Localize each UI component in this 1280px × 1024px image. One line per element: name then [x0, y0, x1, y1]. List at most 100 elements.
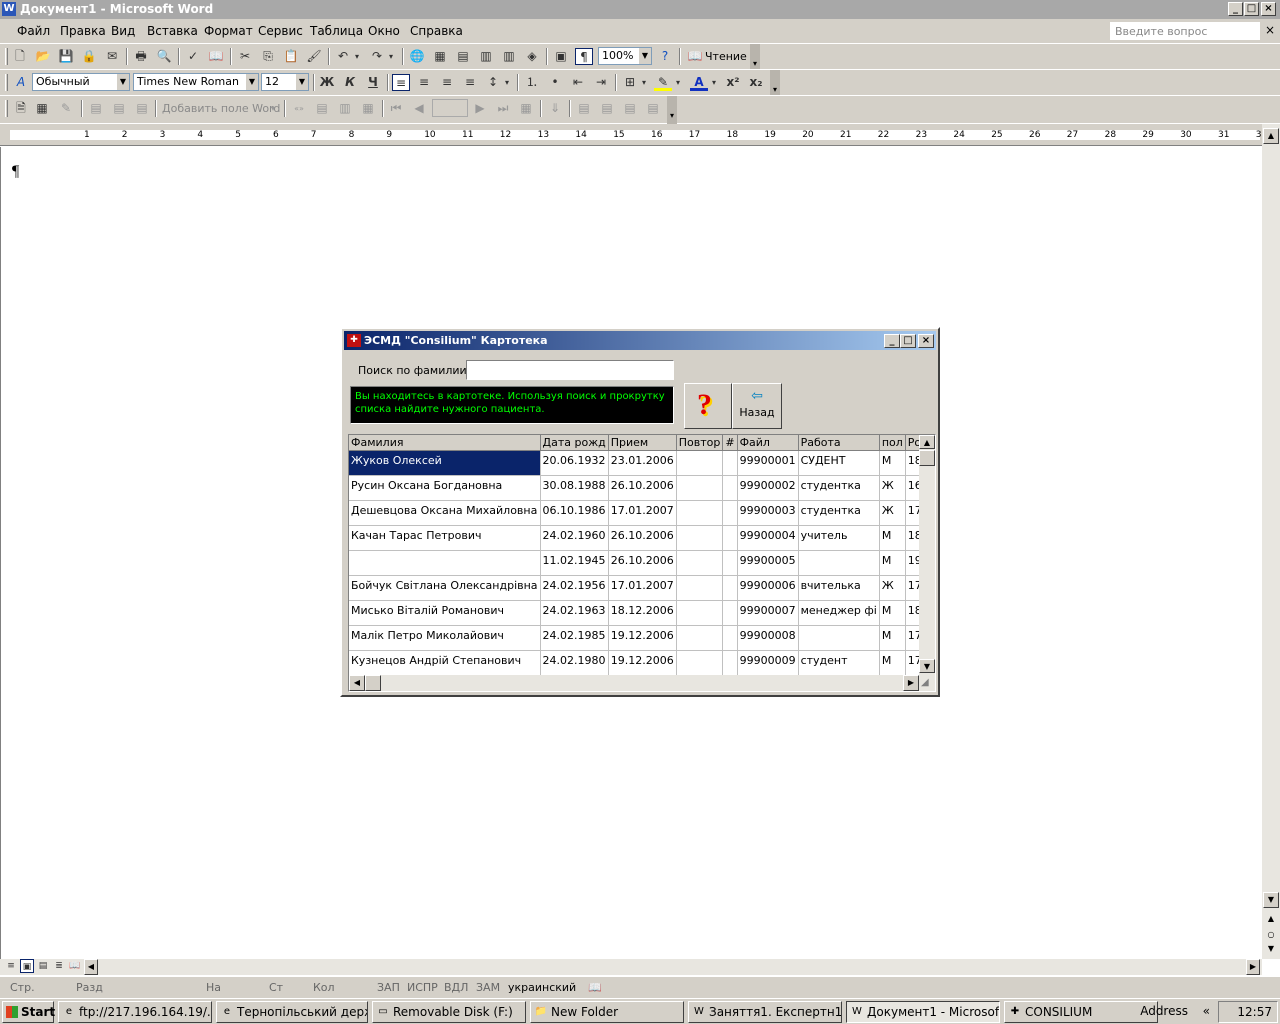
numbering-icon[interactable]: ⒈: [523, 74, 541, 91]
permission-icon[interactable]: 🔒: [80, 48, 98, 65]
chevron-down-icon[interactable]: ▼: [639, 48, 651, 64]
table-cell[interactable]: 20.06.1932: [540, 450, 609, 476]
normal-view-icon[interactable]: ≡: [4, 959, 18, 973]
find-entry-icon[interactable]: ▦: [517, 100, 535, 117]
table-cell[interactable]: 19.12.2006: [608, 650, 677, 676]
insert-merge-field-icon[interactable]: ▤: [133, 100, 151, 117]
record-number-input[interactable]: [432, 99, 468, 117]
insert-greeting-icon[interactable]: ▤: [110, 100, 128, 117]
previous-record-icon[interactable]: ◀: [410, 100, 428, 117]
table-row[interactable]: Жуков Олексей 20.06.1932 23.01.2006 9990000…: [349, 450, 935, 476]
first-record-icon[interactable]: ⏮: [387, 100, 405, 117]
table-cell[interactable]: [722, 450, 738, 476]
scroll-left-icon[interactable]: ◀: [349, 675, 365, 691]
table-cell[interactable]: [676, 500, 724, 526]
table-cell[interactable]: [722, 575, 738, 601]
table-cell[interactable]: СУДЕНТ: [798, 450, 880, 476]
hyperlink-icon[interactable]: 🌐: [408, 48, 426, 65]
scroll-right-icon[interactable]: ▶: [903, 675, 919, 691]
table-cell[interactable]: М: [879, 550, 906, 576]
table-cell[interactable]: Малік Петро Миколайович: [349, 625, 541, 651]
table-cell[interactable]: 23.01.2006: [608, 450, 677, 476]
recipients-icon[interactable]: ✎: [57, 100, 75, 117]
table-cell[interactable]: 11.02.1945: [540, 550, 609, 576]
next-record-icon[interactable]: ▶: [471, 100, 489, 117]
underline-button[interactable]: Ч: [364, 74, 382, 91]
table-cell[interactable]: 99900003: [737, 500, 799, 526]
document-map-icon[interactable]: ▣: [552, 48, 570, 65]
cut-icon[interactable]: ✂: [236, 48, 254, 65]
format-painter-icon[interactable]: 🖌: [305, 48, 323, 65]
research-icon[interactable]: 📖: [207, 48, 225, 65]
table-cell[interactable]: 99900009: [737, 650, 799, 676]
menu-file[interactable]: Файл: [17, 24, 50, 38]
menu-window[interactable]: Окно: [368, 24, 400, 38]
table-cell[interactable]: 26.10.2006: [608, 550, 677, 576]
table-row[interactable]: Качан Тарас Петрович 24.02.1960 26.10.2006…: [349, 525, 935, 551]
table-row[interactable]: Русин Оксана Богдановна 30.08.1988 26.10.2…: [349, 475, 935, 501]
table-cell[interactable]: учитель: [798, 525, 880, 551]
italic-button[interactable]: К: [341, 74, 359, 91]
chevron-down-icon[interactable]: ▼: [117, 74, 129, 90]
menu-table[interactable]: Таблица: [310, 24, 363, 38]
print-layout-view-icon[interactable]: ▤: [36, 959, 50, 973]
font-color-icon[interactable]: A: [690, 74, 708, 91]
horizontal-scrollbar[interactable]: ≡ ▣ ▤ ≣ 📖 ◀ ▶: [0, 959, 1262, 975]
scroll-down-icon[interactable]: ▼: [1263, 892, 1279, 908]
table-cell[interactable]: студентка: [798, 475, 880, 501]
close-button[interactable]: ×: [918, 334, 934, 348]
grid-vertical-scrollbar[interactable]: ▲ ▼: [919, 435, 935, 675]
save-icon[interactable]: 💾: [57, 48, 75, 65]
taskbar-button[interactable]: ✚ CONSILIUM: [1004, 1001, 1158, 1023]
toolbar-chevron-icon[interactable]: «: [1203, 1004, 1210, 1018]
table-row[interactable]: Малік Петро Миколайович 24.02.1985 19.12.2…: [349, 625, 935, 651]
table-cell[interactable]: 99900005: [737, 550, 799, 576]
grid-horizontal-scrollbar[interactable]: ◀ ▶ ◢: [349, 675, 935, 691]
view-merged-data-icon[interactable]: «»: [290, 100, 308, 117]
dialog-title-bar[interactable]: ✚ ЭСМД "Consilium" Картотека _ □ ×: [344, 331, 936, 350]
reading-layout-icon[interactable]: 📖: [686, 48, 704, 65]
scroll-up-icon[interactable]: ▲: [1263, 128, 1279, 144]
table-cell[interactable]: [676, 600, 724, 626]
zoom-select[interactable]: 100% ▼: [598, 47, 652, 65]
table-cell[interactable]: 24.02.1960: [540, 525, 609, 551]
bullets-icon[interactable]: •: [546, 74, 564, 91]
table-cell[interactable]: Ж: [879, 500, 906, 526]
taskbar-button[interactable]: e ftp://217.196.164.19/...: [58, 1001, 212, 1023]
undo-icon[interactable]: ↶: [334, 48, 352, 65]
table-cell[interactable]: [676, 450, 724, 476]
table-cell[interactable]: [798, 625, 880, 651]
minimize-button[interactable]: _: [884, 334, 900, 348]
ask-question-box[interactable]: Введите вопрос: [1110, 22, 1260, 40]
table-cell[interactable]: М: [879, 525, 906, 551]
table-row[interactable]: Кузнецов Андрій Степанович 24.02.1980 19.1…: [349, 650, 935, 676]
table-cell[interactable]: 24.02.1985: [540, 625, 609, 651]
toolbar-handle[interactable]: [5, 48, 8, 65]
spelling-icon[interactable]: ✓: [184, 48, 202, 65]
table-row[interactable]: Мисько Віталій Романович 24.02.1963 18.12.…: [349, 600, 935, 626]
column-header[interactable]: Дата рожд: [540, 435, 609, 451]
highlight-fields-icon[interactable]: ▤: [313, 100, 331, 117]
table-cell[interactable]: студентка: [798, 500, 880, 526]
show-hide-icon[interactable]: ¶: [575, 48, 593, 65]
chevron-down-icon[interactable]: ▾: [639, 74, 649, 91]
outline-view-icon[interactable]: ≣: [52, 959, 66, 973]
menu-format[interactable]: Формат: [204, 24, 253, 38]
toolbar-options-icon[interactable]: ▾: [750, 44, 760, 70]
chevron-down-icon[interactable]: ▼: [296, 74, 308, 90]
doc-close-icon[interactable]: ×: [1265, 23, 1275, 37]
table-cell[interactable]: [676, 475, 724, 501]
table-cell[interactable]: 24.02.1963: [540, 600, 609, 626]
column-header[interactable]: Работа: [798, 435, 880, 451]
column-header[interactable]: Повтор: [676, 435, 724, 451]
table-cell[interactable]: Ж: [879, 475, 906, 501]
table-cell[interactable]: 06.10.1986: [540, 500, 609, 526]
table-cell[interactable]: 26.10.2006: [608, 475, 677, 501]
table-cell[interactable]: [722, 550, 738, 576]
help-icon[interactable]: ?: [656, 48, 674, 65]
menu-insert[interactable]: Вставка: [147, 24, 198, 38]
toolbar-options-icon[interactable]: ▾: [770, 70, 780, 96]
email-icon[interactable]: ✉: [103, 48, 121, 65]
back-button[interactable]: ⇦ Назад: [732, 383, 782, 429]
table-row[interactable]: 11.02.194526.10.200699900005М19575: [349, 550, 935, 576]
